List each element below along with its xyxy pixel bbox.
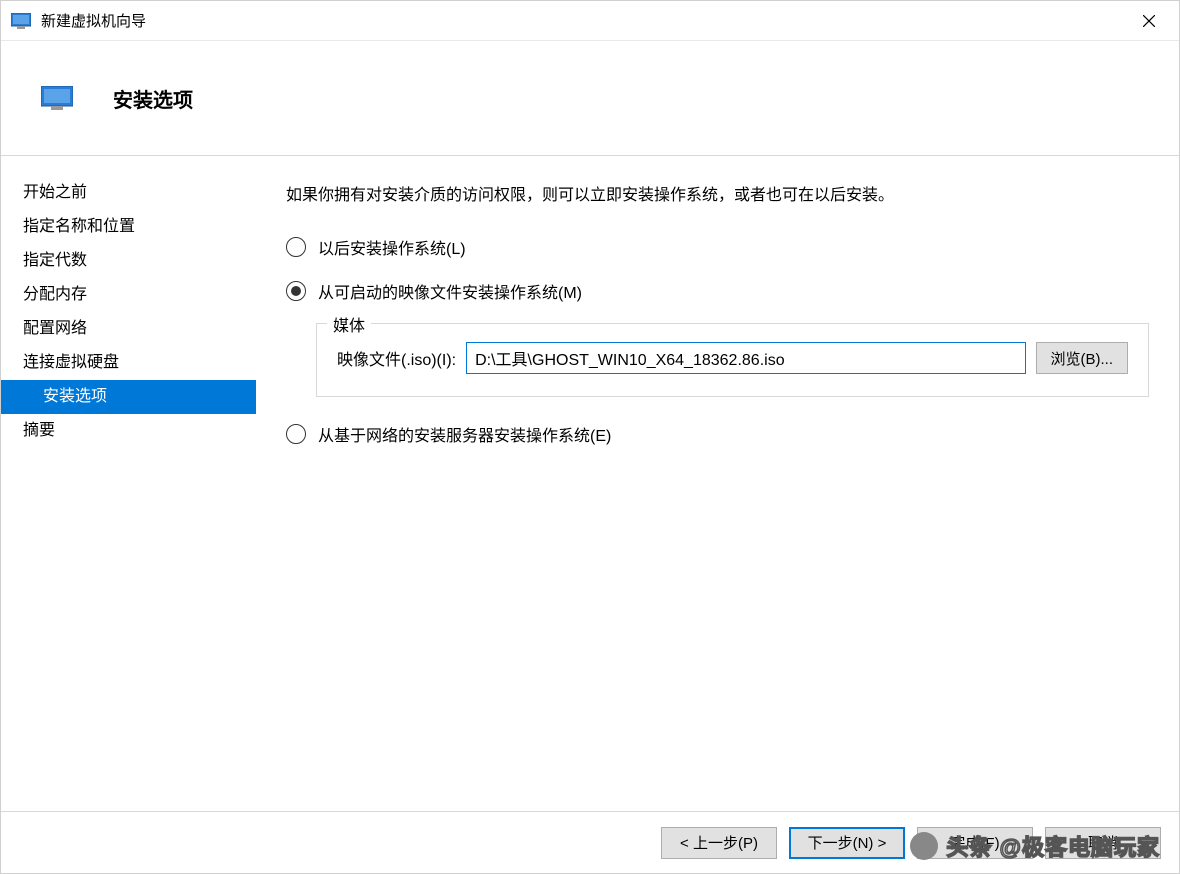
sidebar-item-memory[interactable]: 分配内存	[1, 278, 256, 312]
wizard-header: 安装选项	[1, 41, 1179, 156]
radio-label: 以后安装操作系统(L)	[318, 235, 466, 259]
radio-install-from-network[interactable]: 从基于网络的安装服务器安装操作系统(E)	[286, 422, 1149, 446]
page-title: 安装选项	[113, 84, 193, 113]
radio-install-later[interactable]: 以后安装操作系统(L)	[286, 235, 1149, 259]
media-fieldset: 媒体 映像文件(.iso)(I): 浏览(B)...	[316, 323, 1149, 397]
wizard-footer: < 上一步(P) 下一步(N) > 完成(F) 取消	[1, 811, 1179, 873]
window-title: 新建虚拟机向导	[41, 10, 1129, 31]
sidebar-item-before-begin[interactable]: 开始之前	[1, 176, 256, 210]
next-button[interactable]: 下一步(N) >	[789, 827, 905, 859]
iso-field-row: 映像文件(.iso)(I): 浏览(B)...	[337, 342, 1128, 374]
sidebar-item-install-options[interactable]: 安装选项	[1, 380, 256, 414]
sidebar-item-generation[interactable]: 指定代数	[1, 244, 256, 278]
prev-button[interactable]: < 上一步(P)	[661, 827, 777, 859]
radio-install-from-image[interactable]: 从可启动的映像文件安装操作系统(M)	[286, 279, 1149, 303]
sidebar-item-name-location[interactable]: 指定名称和位置	[1, 210, 256, 244]
radio-icon	[286, 237, 306, 257]
description-text: 如果你拥有对安装介质的访问权限，则可以立即安装操作系统，或者也可在以后安装。	[286, 181, 1149, 205]
sidebar-item-summary[interactable]: 摘要	[1, 414, 256, 448]
radio-icon	[286, 424, 306, 444]
close-button[interactable]	[1129, 1, 1169, 41]
browse-button[interactable]: 浏览(B)...	[1036, 342, 1129, 374]
radio-icon	[286, 281, 306, 301]
sidebar-item-virtual-disk[interactable]: 连接虚拟硬盘	[1, 346, 256, 380]
sidebar-item-network[interactable]: 配置网络	[1, 312, 256, 346]
main-panel: 如果你拥有对安装介质的访问权限，则可以立即安装操作系统，或者也可在以后安装。 以…	[256, 156, 1179, 811]
app-icon	[11, 13, 31, 29]
iso-path-input[interactable]	[466, 342, 1025, 374]
titlebar: 新建虚拟机向导	[1, 1, 1179, 41]
header-icon	[41, 86, 73, 110]
finish-button[interactable]: 完成(F)	[917, 827, 1033, 859]
iso-label: 映像文件(.iso)(I):	[337, 346, 456, 370]
radio-label: 从可启动的映像文件安装操作系统(M)	[318, 279, 582, 303]
wizard-sidebar: 开始之前 指定名称和位置 指定代数 分配内存 配置网络 连接虚拟硬盘 安装选项 …	[1, 156, 256, 811]
cancel-button[interactable]: 取消	[1045, 827, 1161, 859]
radio-label: 从基于网络的安装服务器安装操作系统(E)	[318, 422, 611, 446]
content-area: 开始之前 指定名称和位置 指定代数 分配内存 配置网络 连接虚拟硬盘 安装选项 …	[1, 156, 1179, 811]
fieldset-legend: 媒体	[327, 312, 371, 336]
